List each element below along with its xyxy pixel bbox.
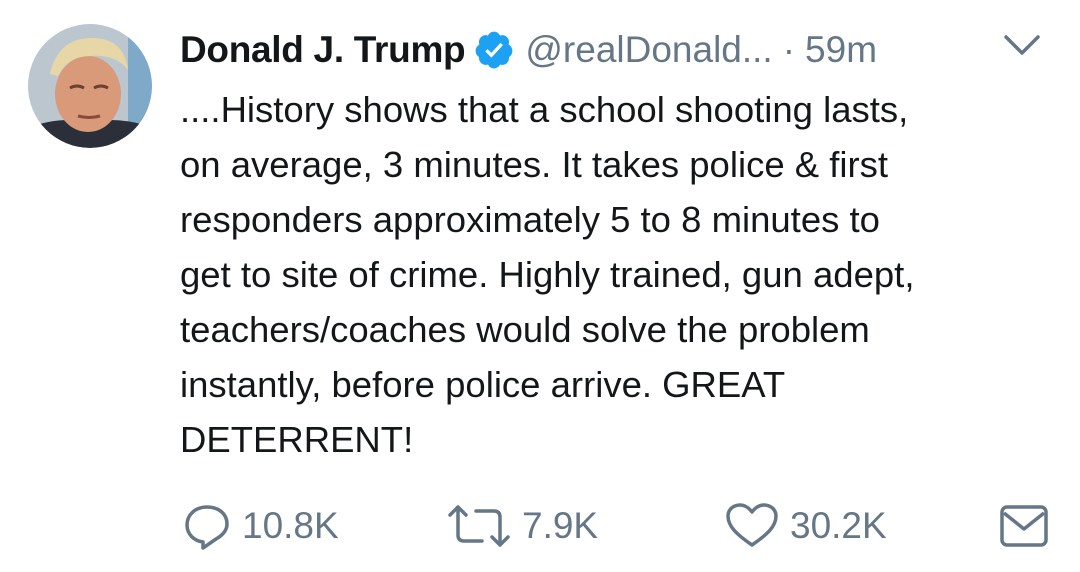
retweet-count: 7.9K	[522, 505, 599, 546]
action-bar: 10.8K 7.9K 30.2K	[0, 496, 1080, 556]
retweet-button[interactable]: 7.9K	[446, 496, 598, 556]
tweet-text-line: on average, 3 minutes. It takes police &…	[180, 144, 889, 185]
tweet-text-line: instantly, before police arrive. GREAT	[180, 364, 786, 405]
avatar[interactable]	[28, 24, 152, 148]
author-handle[interactable]: @realDonald...	[525, 29, 772, 71]
retweet-icon	[448, 505, 510, 547]
profile-photo	[28, 24, 152, 148]
like-button[interactable]: 30.2K	[724, 496, 887, 556]
tweet-text-line: DETERRENT!	[180, 419, 414, 460]
reply-count: 10.8K	[242, 505, 339, 546]
tweet-text: ....History shows that a school shooting…	[180, 82, 1060, 467]
tweet-header: Donald J. Trump @realDonald... · 59m	[180, 22, 1060, 78]
tweet-text-line: responders approximately 5 to 8 minutes …	[180, 199, 880, 240]
author-name[interactable]: Donald J. Trump	[180, 29, 466, 71]
verified-badge-icon	[475, 31, 513, 69]
reply-button[interactable]: 10.8K	[182, 496, 339, 556]
dm-button[interactable]	[998, 496, 1060, 556]
like-count: 30.2K	[790, 505, 887, 546]
separator-dot: ·	[782, 29, 796, 70]
heart-icon	[726, 503, 778, 547]
envelope-icon	[1000, 505, 1048, 547]
chevron-down-icon[interactable]	[1002, 32, 1042, 60]
tweet-text-line: ....History shows that a school shooting…	[180, 89, 909, 130]
tweet-text-line: teachers/coaches would solve the problem	[180, 309, 870, 350]
tweet-time[interactable]: 59m	[805, 29, 877, 71]
reply-icon	[185, 505, 229, 550]
tweet-text-line: get to site of crime. Highly trained, gu…	[180, 254, 915, 295]
